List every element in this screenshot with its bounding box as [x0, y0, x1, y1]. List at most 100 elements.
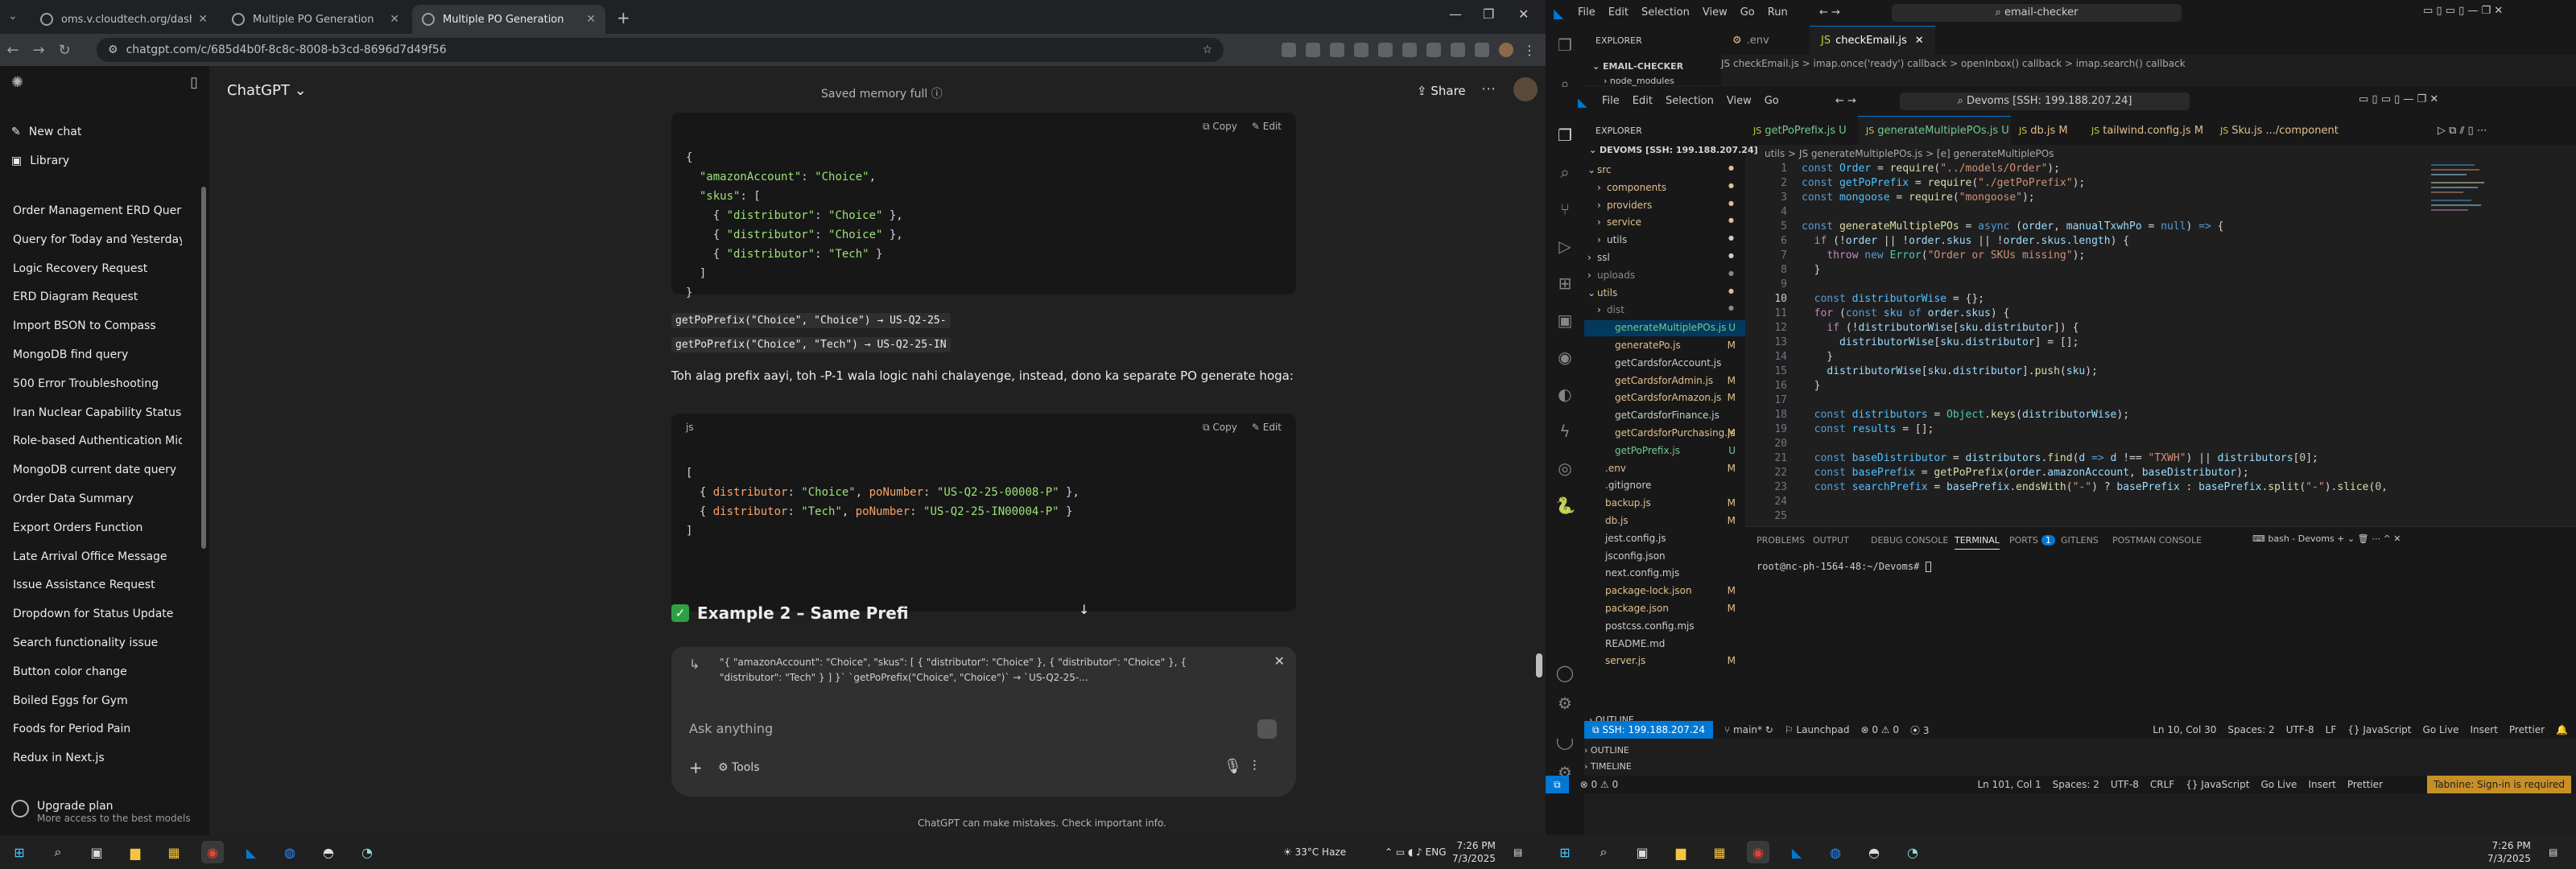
- bell-icon[interactable]: 🔔: [2556, 724, 2568, 735]
- file-item[interactable]: getCardsforAmazon.js M: [1584, 390, 1745, 406]
- toggle-sidebar-icon[interactable]: ▯: [190, 74, 198, 91]
- file-item[interactable]: backup.js M: [1584, 496, 1745, 512]
- openai-logo-icon[interactable]: ✺: [11, 74, 23, 91]
- editor-tab[interactable]: JS Sku.js .../component: [2212, 116, 2339, 145]
- chrome-icon[interactable]: ◉: [201, 841, 224, 863]
- library-button[interactable]: ▣ Library: [11, 154, 69, 167]
- voice-mode-icon[interactable]: ⫶: [1253, 758, 1257, 775]
- editor-tab[interactable]: JS tailwind.config.js M: [2083, 116, 2212, 145]
- indent-status[interactable]: Spaces: 2: [2227, 724, 2274, 735]
- menu-item[interactable]: Selection: [1666, 95, 1714, 107]
- file-item[interactable]: jest.config.js: [1584, 531, 1745, 547]
- sidebar-history-item[interactable]: Export Orders Function: [13, 521, 182, 534]
- site-info-icon[interactable]: ⚙: [108, 43, 118, 56]
- run-icon[interactable]: ▷: [1555, 237, 1575, 256]
- extension-icon[interactable]: [1426, 43, 1441, 57]
- go-live-button[interactable]: Go Live: [2260, 779, 2297, 790]
- minimize-button[interactable]: —: [1449, 6, 1462, 22]
- file-item[interactable]: getPoPrefix.js U: [1584, 443, 1745, 459]
- language-status[interactable]: {} JavaScript: [2347, 724, 2411, 735]
- problems-status[interactable]: ⊗ 0 ⚠ 0: [1860, 724, 1899, 735]
- file-item[interactable]: package-lock.json M: [1584, 583, 1745, 599]
- scroll-down-icon[interactable]: ↓: [1079, 602, 1089, 617]
- launchpad[interactable]: ⚐ Launchpad: [1785, 724, 1850, 735]
- clock[interactable]: 7:26 PM 7/3/2025: [1452, 839, 1496, 865]
- maximize-button[interactable]: ❐: [1483, 6, 1494, 22]
- close-icon[interactable]: ✕: [1915, 35, 1924, 47]
- sidebar-history-item[interactable]: Search functionality issue: [13, 636, 182, 649]
- manage-icon[interactable]: ⚙: [1555, 694, 1575, 713]
- cursor-position[interactable]: Ln 101, Col 1: [1977, 779, 2041, 790]
- outer-outline[interactable]: › OUTLINE: [1584, 745, 1629, 756]
- gitlens-icon[interactable]: ◉: [1555, 348, 1575, 367]
- sidebar-history-item[interactable]: Late Arrival Office Message: [13, 550, 182, 563]
- project-root[interactable]: ⌄ EMAIL-CHECKER: [1592, 61, 1683, 72]
- sidebar-history-item[interactable]: Dropdown for Status Update: [13, 607, 182, 620]
- file-item[interactable]: next.config.mjs: [1584, 566, 1745, 582]
- sidebar-history-item[interactable]: Boiled Eggs for Gym: [13, 694, 182, 707]
- sidebar-history-item[interactable]: Import BSON to Compass: [13, 319, 182, 332]
- extension-icon[interactable]: [1306, 43, 1320, 57]
- panel-tab[interactable]: TERMINAL: [1955, 535, 2000, 550]
- panel-tab[interactable]: GITLENS: [2061, 535, 2099, 546]
- sidebar-history-item[interactable]: MongoDB find query: [13, 348, 182, 361]
- eol-status[interactable]: CRLF: [2150, 779, 2174, 790]
- close-icon[interactable]: ✕: [198, 13, 208, 26]
- editor-tab[interactable]: JS db.js M: [2011, 116, 2083, 145]
- folder-item[interactable]: ⌄ utils ●: [1584, 286, 1745, 302]
- sidebar-history-item[interactable]: MongoDB current date query: [13, 463, 182, 476]
- sidebar-scrollbar[interactable]: [201, 187, 206, 549]
- sidebar-history-item[interactable]: Foods for Period Pain: [13, 723, 182, 735]
- file-explorer-icon[interactable]: ▆: [1670, 841, 1692, 863]
- file-item[interactable]: db.js M: [1584, 513, 1745, 529]
- layout-controls[interactable]: ▭ ▯ ▭ ▯ — ❐ ✕: [2359, 93, 2438, 105]
- remote-icon[interactable]: ⧉: [1546, 776, 1569, 793]
- panel-tab[interactable]: DEBUG CONSOLE: [1871, 535, 1948, 546]
- file-item[interactable]: getCardsforPurchasing.js M: [1584, 426, 1745, 442]
- extension-icon[interactable]: [1378, 43, 1393, 57]
- tab-po-generation-2[interactable]: Multiple PO Generation ✕: [412, 5, 605, 34]
- tab-po-generation-1[interactable]: Multiple PO Generation ✕: [222, 5, 409, 34]
- close-icon[interactable]: ✕: [586, 13, 596, 26]
- tray-icons[interactable]: ⌃ ▭ ◖ ♪ ENG: [1385, 846, 1447, 859]
- mic-icon[interactable]: 🎙: [1224, 758, 1242, 775]
- command-search[interactable]: ⌕ Devoms [SSH: 199.188.207.24]: [1900, 93, 2190, 110]
- notification-icon[interactable]: ▤: [1513, 846, 1522, 859]
- more-options-icon[interactable]: ⋯: [1481, 80, 1496, 97]
- extension-icon[interactable]: [1330, 43, 1344, 57]
- command-search[interactable]: ⌕ email-checker: [1892, 4, 2182, 22]
- file-item[interactable]: .gitignore: [1584, 478, 1745, 494]
- panel-tab[interactable]: PROBLEMS: [1757, 535, 1805, 546]
- menu-item[interactable]: Run: [1768, 6, 1788, 19]
- explorer-icon[interactable]: ❐: [1555, 35, 1575, 55]
- extensions-icon[interactable]: ⊞: [1555, 274, 1575, 293]
- cursor-position[interactable]: Ln 10, Col 30: [2153, 724, 2216, 735]
- share-button[interactable]: ⇪ Share: [1417, 84, 1466, 98]
- terminal-selector[interactable]: ⌨ bash - Devoms + ⌄ 🗑 ⋯ ^ ✕: [2252, 533, 2401, 544]
- sidebar-history-item[interactable]: Order Data Summary: [13, 492, 182, 505]
- back-icon[interactable]: ←: [0, 37, 26, 63]
- file-item[interactable]: getCardsforAccount.js: [1584, 356, 1745, 372]
- remote-indicator[interactable]: ⧉ SSH: 199.188.207.24: [1584, 721, 1713, 739]
- upgrade-plan-button[interactable]: Upgrade plan More access to the best mode…: [11, 800, 191, 824]
- panel-tab[interactable]: POSTMAN CONSOLE: [2112, 535, 2202, 546]
- nav-arrows[interactable]: ← →: [1819, 6, 1840, 19]
- sidebar-history-item[interactable]: Issue Assistance Request: [13, 579, 182, 591]
- copy-button[interactable]: ⧉ Copy: [1203, 121, 1237, 133]
- app-icon[interactable]: ◔: [356, 841, 378, 863]
- tab-dashboard[interactable]: oms.v.cloudtech.org/dashboard✕: [31, 5, 217, 34]
- vscode-icon[interactable]: ◣: [240, 841, 262, 863]
- model-selector[interactable]: ChatGPT ⌄: [227, 82, 307, 99]
- notification-icon[interactable]: ▤: [2549, 846, 2557, 859]
- task-view-icon[interactable]: ▣: [1631, 841, 1653, 863]
- menu-item[interactable]: View: [1703, 6, 1728, 19]
- remote-icon[interactable]: ▣: [1555, 311, 1575, 330]
- reload-icon[interactable]: ↻: [52, 37, 77, 63]
- menu-item[interactable]: Edit: [1633, 95, 1653, 107]
- extension-icon[interactable]: [1402, 43, 1417, 57]
- edit-button[interactable]: ✎ Edit: [1252, 121, 1282, 133]
- menu-item[interactable]: Go: [1740, 6, 1755, 19]
- sidebar-history-item[interactable]: Order Management ERD Query: [13, 204, 182, 217]
- avatar[interactable]: [1513, 77, 1538, 101]
- sidebar-history-item[interactable]: Button color change: [13, 665, 182, 678]
